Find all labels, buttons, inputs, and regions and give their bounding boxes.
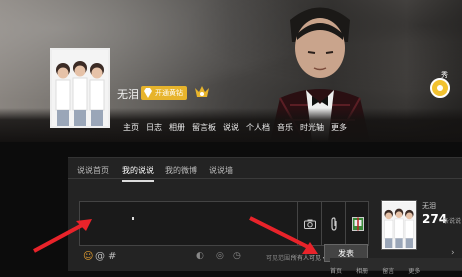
tab-shuoshuo-home[interactable]: 说说首页	[77, 165, 109, 176]
nav-item-album[interactable]: 相册	[169, 122, 185, 133]
panel-tabs: 说说首页 我的说说 我的微博 说说墙	[68, 158, 462, 182]
nav-item-guestbook[interactable]: 留言板	[192, 122, 216, 133]
camera-icon	[303, 219, 316, 229]
chevron-right-icon[interactable]: ›	[446, 88, 450, 98]
user-avatar[interactable]	[50, 48, 110, 128]
nav-item-profile[interactable]: 个人档	[246, 122, 270, 133]
card-user-name[interactable]: 无泪	[422, 201, 436, 211]
avatar-photo	[52, 50, 108, 126]
nav-item-more[interactable]: 更多	[331, 122, 347, 133]
tab-shuoshuo-wall[interactable]: 说说墙	[209, 165, 233, 176]
profile-nav: 主页 日志 相册 留言板 说说 个人档 音乐 时光轴 更多	[123, 122, 354, 133]
crown-icon[interactable]	[194, 84, 210, 100]
gift-button[interactable]	[345, 201, 369, 246]
diamond-icon	[144, 88, 152, 98]
shuoshuo-panel: 说说首页 我的说说 我的微博 说说墙 ☺ @ # ◐ ◎ ◷ 可见范围： 所有人…	[68, 157, 462, 271]
nav-item-blog[interactable]: 日志	[146, 122, 162, 133]
visibility-select[interactable]: 所有人可见 ▾	[291, 253, 326, 262]
hash-icon[interactable]: #	[108, 251, 116, 262]
camera-button[interactable]	[297, 201, 321, 246]
at-icon[interactable]: @	[95, 251, 105, 262]
strip-item[interactable]: 更多	[408, 268, 420, 275]
strip-item[interactable]: 留言	[382, 268, 394, 275]
mini-avatar[interactable]	[381, 200, 417, 250]
chevron-right-icon[interactable]: ›	[451, 248, 455, 258]
location-icon[interactable]: ◎	[216, 251, 224, 261]
vip-badge-label: 开通黄钻	[155, 89, 183, 97]
vip-badge[interactable]: 开通黄钻	[141, 86, 187, 100]
bottom-strip: 首页 相册 留言 更多	[330, 258, 462, 275]
nav-item-shuoshuo[interactable]: 说说	[223, 122, 239, 133]
nav-item-home[interactable]: 主页	[123, 122, 139, 133]
shuoshuo-count-label: 条说说	[443, 218, 462, 225]
user-name[interactable]: 无泪	[117, 86, 139, 102]
nav-item-timeline[interactable]: 时光轴	[300, 122, 324, 133]
gift-icon	[351, 216, 364, 231]
tab-my-shuoshuo[interactable]: 我的说说	[122, 165, 154, 182]
strip-item[interactable]: 首页	[330, 268, 342, 275]
attachment-button[interactable]	[321, 201, 345, 246]
strip-item[interactable]: 相册	[356, 268, 368, 275]
text-caret	[132, 217, 134, 220]
sync-icon[interactable]: ◷	[233, 251, 241, 261]
qq-icon[interactable]: ◐	[196, 251, 204, 261]
profile-banner: 无泪 开通黄钻 秀 › 主页 日志 相册 留言板 说说 个人档 音乐 时光轴 更…	[0, 0, 462, 142]
nav-item-music[interactable]: 音乐	[277, 122, 293, 133]
mini-avatar-photo	[382, 201, 416, 249]
tab-my-weibo[interactable]: 我的微博	[165, 165, 197, 176]
editor-toolbar	[297, 201, 369, 246]
attachment-icon	[330, 216, 337, 231]
emoji-icon[interactable]: ☺	[83, 251, 93, 262]
